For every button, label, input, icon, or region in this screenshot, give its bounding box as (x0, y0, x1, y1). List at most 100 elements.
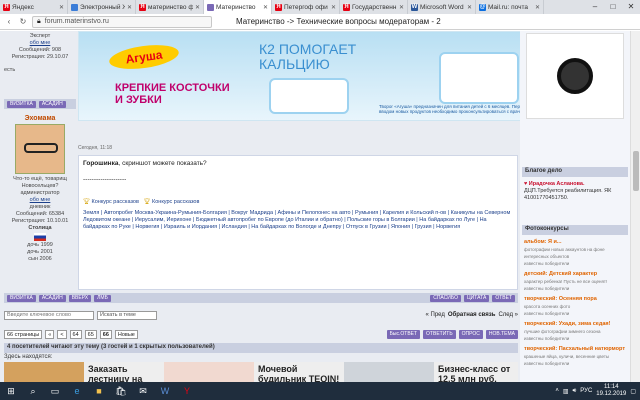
contest-list: альбом: Я и... фотографии новых аккаунтов… (524, 239, 626, 367)
mail-icon[interactable]: ✉ (132, 382, 154, 400)
signature-links[interactable]: Земля | Автопробег Москва-Украина-Румыни… (83, 210, 513, 231)
contest-item[interactable]: творческий: Пасхальный натюрморт крашеные… (524, 346, 626, 367)
readers-bar: 4 посетителей читают эту тему (3 гостей … (4, 343, 518, 353)
store-icon[interactable]: 🛍︎ (110, 382, 132, 400)
task-view-icon[interactable]: ▭ (44, 382, 66, 400)
close-tab-icon[interactable]: ✕ (399, 4, 404, 11)
browser-tab[interactable]: W Microsoft Word ✕ (408, 0, 476, 14)
reply-button[interactable]: ОТВЕТ (492, 294, 515, 302)
author-name[interactable]: Эхомама (4, 115, 76, 122)
page-title: Материнство -> Технические вопросы модер… (236, 17, 441, 26)
language-indicator[interactable]: РУС (580, 388, 592, 394)
yandex-browser-icon[interactable]: Y (176, 382, 198, 400)
close-tab-icon[interactable]: ✕ (127, 4, 132, 11)
close-tab-icon[interactable]: ✕ (263, 4, 268, 11)
contest-link[interactable]: Конкурс рассказов (152, 199, 199, 205)
clock[interactable]: 11:14 19.12.2019 (596, 384, 626, 398)
file-explorer-icon[interactable]: ■ (88, 382, 110, 400)
windows-taskbar: ⊞ ⌕ ▭ e ■ 🛍︎ ✉ W Y ˄ ▥ 🔊︎ РУС 11:14 19.12… (0, 382, 640, 400)
prev-link[interactable]: « Пред (426, 312, 445, 318)
browser-tab[interactable]: Я Государственн ✕ (340, 0, 408, 14)
close-tab-icon[interactable]: ✕ (331, 4, 336, 11)
chevron-up-icon[interactable]: ˄ (555, 388, 559, 394)
browser-tab[interactable]: Я Петергоф офи ✕ (272, 0, 340, 14)
first-page-button[interactable]: « (45, 329, 55, 339)
quote-button[interactable]: ЦИТАТА (463, 294, 490, 302)
post-action-bar: ВИЗИТКА АСАДИН ВВЕРХ ЛМБ СПАСИБО ЦИТАТА … (4, 293, 518, 303)
volume-icon[interactable]: 🔊︎ (573, 388, 577, 395)
profile-button[interactable]: ВИЗИТКА (7, 100, 36, 108)
close-tab-icon[interactable]: ✕ (467, 4, 472, 11)
browser-tab[interactable]: Яматеринство ф ✕ (136, 0, 204, 14)
next-link[interactable]: След » (498, 312, 518, 318)
word-icon[interactable]: W (154, 382, 176, 400)
url-field[interactable]: 🔒︎ forum.materinstvo.ru (32, 15, 212, 28)
new-posts-button[interactable]: Новые (114, 329, 138, 339)
new-topic-button[interactable]: НОВ.ТЕМА (485, 329, 518, 339)
top-button[interactable]: ВВЕРХ (68, 294, 92, 302)
author-panel: Эхомама Что-то ещё, товарищ Новосельцев?… (4, 115, 76, 263)
poll-button[interactable]: ОПРОС (458, 329, 483, 339)
feedback-link[interactable]: Обратная связь (448, 312, 496, 318)
about-link[interactable]: обо мне (4, 197, 76, 204)
charity-block: ♥ Ирадочка Асланова. ДЦП.Требуется реаби… (524, 181, 612, 201)
vertical-scrollbar[interactable] (630, 31, 640, 382)
heart-icon: ♥ (524, 181, 528, 187)
refresh-icon[interactable]: ↻ (18, 17, 28, 26)
post-header: Сегодня, 11:18 (78, 145, 518, 155)
yandex-favicon-icon: Я (3, 3, 10, 11)
contest-item[interactable]: альбом: Я и... фотографии новых аккаунтов… (524, 239, 626, 267)
browser-tab[interactable]: Я Яндекс ✕ (0, 0, 68, 14)
bottom-ad[interactable]: Заказать лестницу на металл окаркасе! Мо… (4, 362, 518, 382)
close-tab-icon[interactable]: ✕ (59, 4, 64, 11)
contest-links: 🏆︎ Конкурс рассказов 🏆︎ Конкурс рассказо… (83, 198, 513, 206)
close-window-icon[interactable]: ✕ (622, 0, 640, 14)
back-icon[interactable]: ‹ (4, 17, 14, 26)
agusha-banner-ad[interactable]: Агуша КРЕПКИЕ КОСТОЧКИ И ЗУБКИ К2 ПОМОГА… (78, 31, 540, 121)
asadin-button[interactable]: АСАДИН (38, 100, 66, 108)
browser-tab[interactable]: @ Mail.ru: почта ✕ (476, 0, 544, 14)
close-tab-icon[interactable]: ✕ (535, 4, 540, 11)
contest-item[interactable]: творческий: Ухади, зима седая! лучшие фот… (524, 321, 626, 342)
network-icon[interactable]: ▥ (563, 388, 569, 395)
reply-topic-button[interactable]: ОТВЕТИТЬ (423, 329, 456, 339)
search-icon[interactable]: ⌕ (22, 382, 44, 400)
quick-reply-button[interactable]: Быс.ОТВЕТ (386, 329, 421, 339)
contest-item[interactable]: детский: Детский характер характер ребенк… (524, 271, 626, 292)
page-link[interactable]: 64 (69, 329, 82, 339)
windows-start-icon[interactable]: ⊞ (0, 382, 22, 400)
profile-button[interactable]: ВИЗИТКА (7, 294, 36, 302)
product-image (439, 52, 519, 104)
current-page: 66 (99, 329, 112, 339)
search-scope-button[interactable]: Искать в теме (97, 310, 157, 320)
mail-favicon-icon: @ (479, 3, 486, 11)
page-content: Эксперт обо мне Сообщений: 908 Регистрац… (0, 31, 630, 382)
prev-page-button[interactable]: < (57, 329, 67, 339)
maximize-icon[interactable]: □ (604, 0, 622, 14)
scrollbar-thumb[interactable] (633, 151, 639, 191)
previous-post-buttons: ВИЗИТКА АСАДИН (4, 99, 76, 109)
watch-ad[interactable] (526, 33, 624, 119)
search-bar: Искать в теме « Пред Обратная связь След… (4, 309, 518, 321)
lmb-button[interactable]: ЛМБ (94, 294, 111, 302)
browser-tab[interactable]: Электронный Ж ✕ (68, 0, 136, 14)
yandex-favicon-icon: Я (275, 3, 282, 11)
ad-image (344, 362, 434, 382)
about-link[interactable]: обо мне (4, 40, 76, 47)
contest-link[interactable]: Конкурс рассказов (92, 199, 139, 205)
notifications-icon[interactable]: ▢ (630, 388, 636, 395)
yandex-favicon-icon: Я (343, 3, 350, 11)
edge-icon[interactable]: e (66, 382, 88, 400)
asadin-button[interactable]: АСАДИН (38, 294, 66, 302)
browser-tab-active[interactable]: Материнство ✕ (204, 0, 272, 14)
minimize-icon[interactable]: – (586, 0, 604, 14)
contest-item[interactable]: творческий: Осенняя пора красота осенних … (524, 296, 626, 317)
close-tab-icon[interactable]: ✕ (195, 4, 200, 11)
avatar (15, 124, 65, 174)
thanks-button[interactable]: СПАСИБО (430, 294, 461, 302)
page-link[interactable]: 65 (84, 329, 97, 339)
yandex-favicon-icon: Я (139, 3, 146, 11)
post-body: Горошинка, скриншот можете показать? ---… (78, 155, 518, 290)
here-label: Здесь находятся: (4, 354, 53, 360)
search-input[interactable] (4, 310, 94, 320)
